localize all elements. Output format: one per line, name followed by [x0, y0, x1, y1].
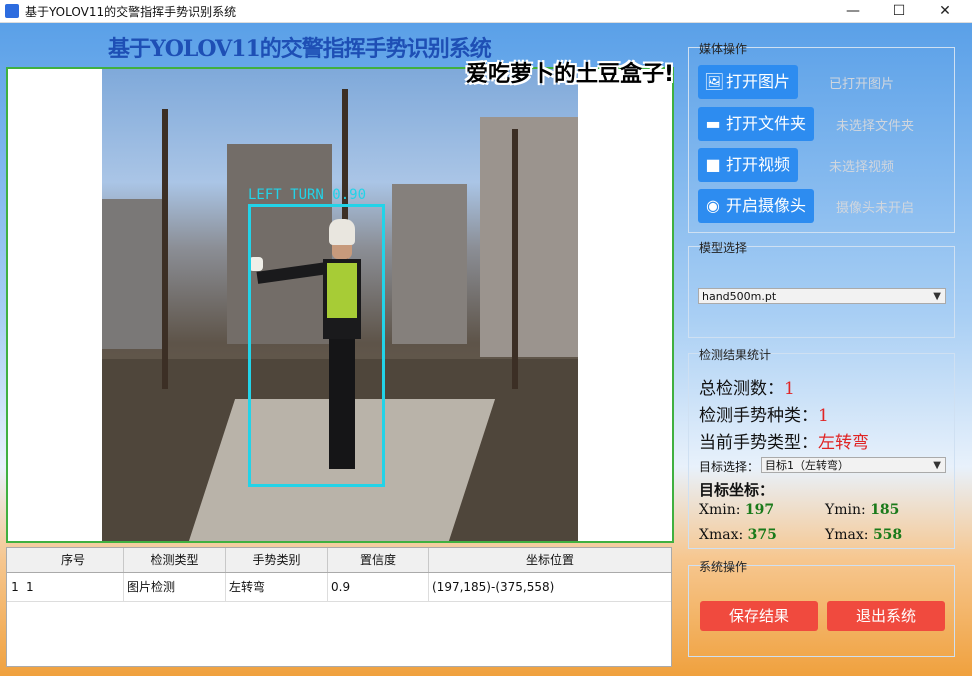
- open-folder-button[interactable]: ▬ 打开文件夹: [698, 107, 815, 141]
- app-icon: [5, 4, 19, 18]
- stats-group-title: 检测结果统计: [699, 348, 772, 362]
- open-camera-button[interactable]: ◉ 开启摄像头: [698, 189, 815, 223]
- col-coords[interactable]: 坐标位置: [429, 548, 671, 572]
- detection-bounding-box: [248, 204, 385, 487]
- page-title: 基于YOLOV11的交警指挥手势识别系统: [108, 36, 492, 62]
- media-operations-group: 媒体操作 🖼 打开图片 已打开图片 ▬ 打开文件夹 未选择文件夹 ■ 打开视频 未选择…: [688, 42, 955, 233]
- table-row[interactable]: 1 1 图片检测 左转弯 0.9 (197,185)-(375,558): [7, 573, 671, 602]
- cell-index[interactable]: 1: [23, 573, 124, 601]
- target-select-label: 目标选择：: [699, 460, 760, 474]
- system-group-title: 系统操作: [699, 560, 748, 574]
- image-icon: 🖼: [704, 72, 725, 91]
- table-header: 序号 检测类型 手势类别 置信度 坐标位置: [7, 548, 671, 573]
- detection-stats-group: 检测结果统计 总检测数：1 检测手势种类：1 当前手势类型：左转弯 目标选择： …: [688, 348, 955, 549]
- save-results-button[interactable]: 保存结果: [700, 601, 818, 631]
- main-window: 基于YOLOV11的交警指挥手势识别系统 LEFT TURN 0.90 爱吃萝卜…: [0, 23, 972, 676]
- video-camera-icon: ■: [705, 155, 721, 174]
- open-video-button[interactable]: ■ 打开视频: [698, 148, 799, 182]
- cell-coords[interactable]: (197,185)-(375,558): [429, 573, 671, 601]
- image-display: LEFT TURN 0.90: [6, 67, 674, 543]
- detection-photo: LEFT TURN 0.90: [102, 69, 578, 541]
- open-video-status: 未选择视频: [829, 160, 895, 175]
- ymin-readout: Ymin: 185: [825, 502, 900, 518]
- system-operations-group: 系统操作 保存结果 退出系统: [688, 560, 955, 657]
- window-titlebar: 基于YOLOV11的交警指挥手势识别系统 — ☐ ✕: [0, 0, 972, 23]
- maximize-button[interactable]: ☐: [876, 0, 922, 22]
- detection-box-label: LEFT TURN 0.90: [248, 187, 367, 203]
- col-index[interactable]: 序号: [23, 548, 124, 572]
- open-folder-status: 未选择文件夹: [836, 119, 915, 134]
- media-group-title: 媒体操作: [699, 42, 748, 56]
- current-gesture-type: 当前手势类型：左转弯: [699, 433, 869, 453]
- model-select[interactable]: hand500m.pt ▼: [698, 288, 946, 304]
- total-detections: 总检测数：1: [699, 379, 795, 399]
- xmin-readout: Xmin: 197: [699, 502, 775, 518]
- ymax-readout: Ymax: 558: [825, 527, 903, 543]
- open-camera-status: 摄像头未开启: [836, 201, 915, 216]
- watermark-text: 爱吃萝卜的土豆盒子!: [466, 62, 675, 87]
- model-group-title: 模型选择: [699, 241, 748, 255]
- cell-confidence[interactable]: 0.9: [328, 573, 429, 601]
- chevron-down-icon: ▼: [933, 291, 941, 302]
- open-image-button[interactable]: 🖼 打开图片: [698, 65, 799, 99]
- results-table: 序号 检测类型 手势类别 置信度 坐标位置 1 1 图片检测 左转弯 0.9 (…: [6, 547, 672, 667]
- row-number: 1: [11, 580, 19, 594]
- xmax-readout: Xmax: 375: [699, 527, 777, 543]
- minimize-button[interactable]: —: [830, 0, 876, 22]
- window-title: 基于YOLOV11的交警指挥手势识别系统: [25, 5, 237, 19]
- open-image-status: 已打开图片: [829, 77, 895, 92]
- col-type[interactable]: 检测类型: [124, 548, 226, 572]
- col-class[interactable]: 手势类别: [226, 548, 328, 572]
- cell-class[interactable]: 左转弯: [226, 573, 328, 601]
- exit-system-button[interactable]: 退出系统: [827, 601, 945, 631]
- webcam-icon: ◉: [706, 196, 720, 215]
- gesture-kinds: 检测手势种类：1: [699, 406, 829, 426]
- target-coords-title: 目标坐标：: [699, 481, 775, 499]
- model-selection-group: 模型选择 hand500m.pt ▼: [688, 241, 955, 338]
- target-select[interactable]: 目标1（左转弯） ▼: [761, 457, 946, 473]
- folder-icon: ▬: [705, 114, 721, 133]
- chevron-down-icon: ▼: [933, 460, 941, 471]
- col-confidence[interactable]: 置信度: [328, 548, 429, 572]
- close-button[interactable]: ✕: [922, 0, 968, 22]
- cell-type[interactable]: 图片检测: [124, 573, 226, 601]
